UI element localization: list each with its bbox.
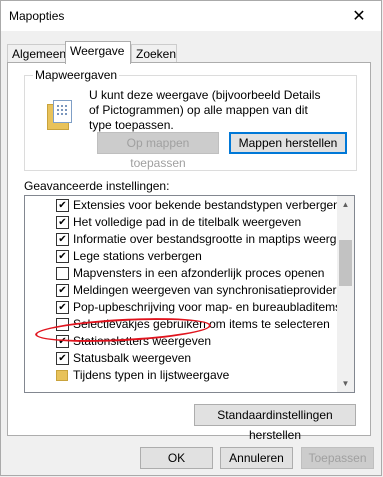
view-tab-panel: Mapweergaven U kunt deze weergave (bijvo… [7, 62, 371, 442]
list-item[interactable]: Selectievakjes gebruiken om items te sel… [25, 316, 337, 333]
apply-to-folders-button[interactable]: Op mappen toepassen [97, 132, 219, 170]
advanced-settings-label: Geavanceerde instellingen: [24, 179, 170, 193]
tab-general[interactable]: Algemeen [7, 44, 66, 62]
reset-folders-button[interactable]: Mappen herstellen [229, 132, 347, 154]
scrollbar-thumb[interactable] [339, 240, 352, 286]
list-item[interactable]: ✔ Lege stations verbergen [25, 248, 337, 265]
checkbox[interactable]: ✔ [56, 216, 69, 229]
checkbox[interactable]: ✔ [56, 352, 69, 365]
folder-views-label: Mapweergaven [33, 68, 120, 82]
folder-views-description: U kunt deze weergave (bijvoorbeeld Detai… [89, 88, 321, 132]
scroll-down-icon[interactable]: ▼ [337, 375, 354, 392]
restore-defaults-button[interactable]: Standaardinstellingen herstellen [194, 404, 356, 442]
checkbox[interactable] [56, 267, 69, 280]
ok-button[interactable]: OK [140, 447, 213, 469]
cancel-button[interactable]: Annuleren [220, 447, 293, 469]
close-icon[interactable]: ✕ [337, 1, 381, 31]
checkbox[interactable] [56, 318, 69, 331]
list-item[interactable]: ✔ Informatie over bestandsgrootte in mapt… [25, 231, 337, 248]
folder-options-window: Mapopties ✕ Algemeen Weergave Zoeken Map… [0, 0, 382, 476]
checkbox[interactable]: ✔ [56, 233, 69, 246]
folder-icon [47, 100, 72, 130]
scroll-up-icon[interactable]: ▲ [337, 196, 354, 213]
checkbox[interactable]: ✔ [56, 199, 69, 212]
list-item[interactable]: ✔ Statusbalk weergeven [25, 350, 337, 367]
title-bar: Mapopties ✕ [1, 1, 381, 31]
list-item[interactable]: ✔ Extensies voor bekende bestandstypen ve… [25, 197, 337, 214]
list-item[interactable]: ✔ Meldingen weergeven van synchronisatiep… [25, 282, 337, 299]
checkbox[interactable]: ✔ [56, 301, 69, 314]
folder-views-group: Mapweergaven U kunt deze weergave (bijvo… [24, 68, 357, 171]
folder-icon [56, 370, 68, 381]
list-item[interactable]: Mapvensters in een afzonderlijk proces o… [25, 265, 337, 282]
advanced-settings-list[interactable]: ✔ Extensies voor bekende bestandstypen ve… [24, 195, 355, 393]
list-item[interactable]: Tijdens typen in lijstweergave [25, 367, 337, 384]
list-item[interactable]: ✔ Stationsletters weergeven [25, 333, 337, 350]
checkbox[interactable]: ✔ [56, 335, 69, 348]
tab-search[interactable]: Zoeken [131, 44, 177, 62]
checkbox[interactable]: ✔ [56, 250, 69, 263]
list-item[interactable]: ✔ Het volledige pad in de titelbalk weerg… [25, 214, 337, 231]
apply-button[interactable]: Toepassen [301, 447, 374, 469]
checkbox[interactable]: ✔ [56, 284, 69, 297]
list-item[interactable]: ✔ Pop-upbeschrijving voor map- en bureaub… [25, 299, 337, 316]
window-title: Mapopties [9, 9, 65, 23]
tab-view[interactable]: Weergave [65, 41, 131, 64]
scrollbar[interactable]: ▲ ▼ [337, 196, 354, 392]
